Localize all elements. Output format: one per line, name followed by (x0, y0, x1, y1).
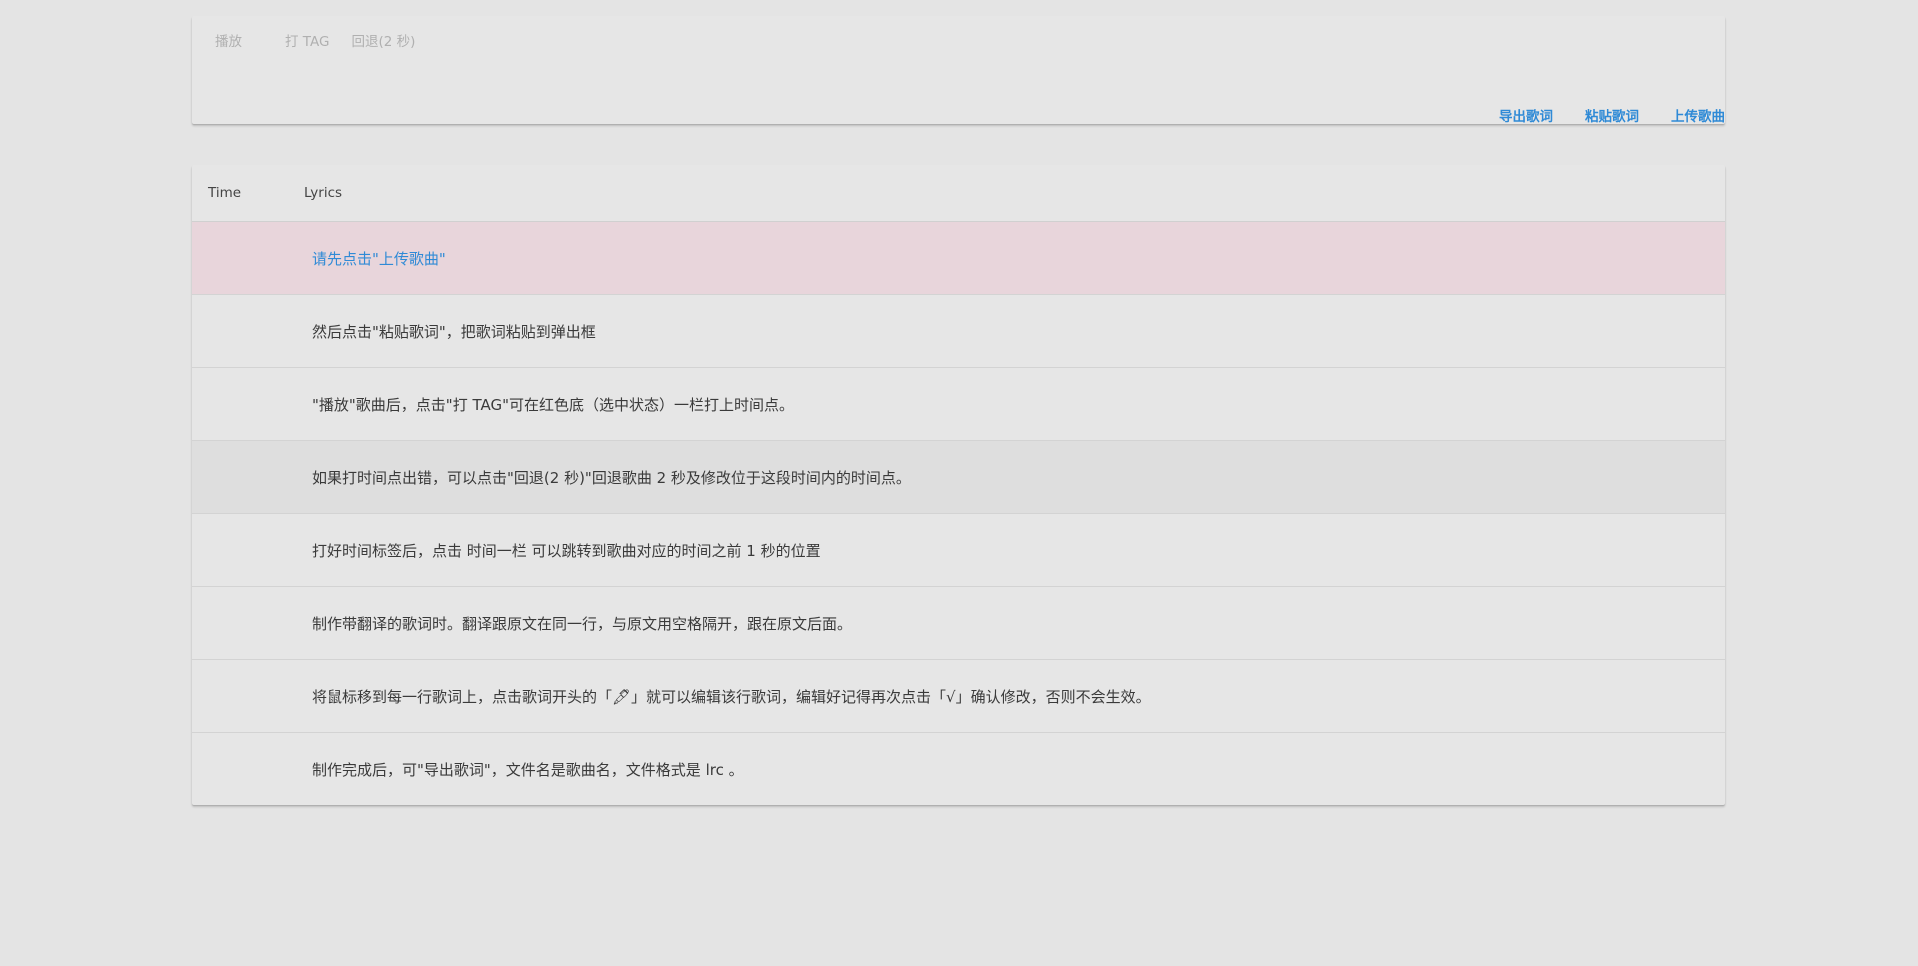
paste-lyrics-button[interactable]: 粘贴歌词 (1574, 105, 1650, 125)
lyric-cell[interactable]: 制作完成后，可"导出歌词"，文件名是歌曲名，文件格式是 lrc 。 (312, 759, 744, 780)
playback-controls: 播放 打 TAG 回退(2 秒) (192, 16, 426, 68)
lyrics-column-header: Lyrics (304, 185, 343, 201)
table-row[interactable]: 打好时间标签后，点击 时间一栏 可以跳转到歌曲对应的时间之前 1 秒的位置 (192, 514, 1725, 587)
play-button[interactable]: 播放 (204, 16, 253, 68)
table-row[interactable]: 制作带翻译的歌词时。翻译跟原文在同一行，与原文用空格隔开，跟在原文后面。 (192, 587, 1725, 660)
time-cell[interactable] (192, 733, 312, 805)
lyric-cell[interactable]: "播放"歌曲后，点击"打 TAG"可在红色底（选中状态）一栏打上时间点。 (312, 394, 794, 415)
table-body: 请先点击"上传歌曲" 然后点击"粘贴歌词"，把歌词粘贴到弹出框 "播放"歌曲后，点击… (192, 222, 1725, 805)
upload-song-button[interactable]: 上传歌曲 (1660, 105, 1725, 125)
table-row[interactable]: 将鼠标移到每一行歌词上，点击歌词开头的「🖋」就可以编辑该行歌词，编辑好记得再次点… (192, 660, 1725, 733)
file-actions: 导出歌词 粘贴歌词 上传歌曲 (1478, 96, 1725, 134)
tag-button[interactable]: 打 TAG (274, 16, 340, 68)
time-cell[interactable] (192, 368, 312, 440)
table-row[interactable]: 制作完成后，可"导出歌词"，文件名是歌曲名，文件格式是 lrc 。 (192, 733, 1725, 805)
time-cell[interactable] (192, 295, 312, 367)
table-row[interactable]: 然后点击"粘贴歌词"，把歌词粘贴到弹出框 (192, 295, 1725, 368)
table-row[interactable]: 请先点击"上传歌曲" (192, 222, 1725, 295)
table-row[interactable]: 如果打时间点出错，可以点击"回退(2 秒)"回退歌曲 2 秒及修改位于这段时间内… (192, 441, 1725, 514)
time-column-header: Time (208, 185, 242, 201)
rewind-button[interactable]: 回退(2 秒) (340, 16, 426, 68)
time-cell[interactable] (192, 587, 312, 659)
table-header: Time Lyrics (192, 165, 1725, 222)
lyric-cell[interactable]: 将鼠标移到每一行歌词上，点击歌词开头的「🖋」就可以编辑该行歌词，编辑好记得再次点… (312, 686, 1151, 707)
time-cell[interactable] (192, 222, 312, 294)
lyric-cell[interactable]: 请先点击"上传歌曲" (312, 248, 446, 269)
table-row[interactable]: "播放"歌曲后，点击"打 TAG"可在红色底（选中状态）一栏打上时间点。 (192, 368, 1725, 441)
time-cell[interactable] (192, 514, 312, 586)
time-cell[interactable] (192, 441, 312, 513)
lyric-cell[interactable]: 如果打时间点出错，可以点击"回退(2 秒)"回退歌曲 2 秒及修改位于这段时间内… (312, 467, 911, 488)
lyric-cell[interactable]: 打好时间标签后，点击 时间一栏 可以跳转到歌曲对应的时间之前 1 秒的位置 (312, 540, 821, 561)
lyric-cell[interactable]: 制作带翻译的歌词时。翻译跟原文在同一行，与原文用空格隔开，跟在原文后面。 (312, 613, 852, 634)
player-toolbar: 播放 打 TAG 回退(2 秒) 导出歌词 粘贴歌词 上传歌曲 (192, 16, 1725, 125)
export-lyrics-button[interactable]: 导出歌词 (1488, 105, 1564, 125)
lyric-cell[interactable]: 然后点击"粘贴歌词"，把歌词粘贴到弹出框 (312, 321, 596, 342)
lyrics-table: Time Lyrics 请先点击"上传歌曲" 然后点击"粘贴歌词"，把歌词粘贴到弹… (192, 165, 1725, 805)
time-cell[interactable] (192, 660, 312, 732)
